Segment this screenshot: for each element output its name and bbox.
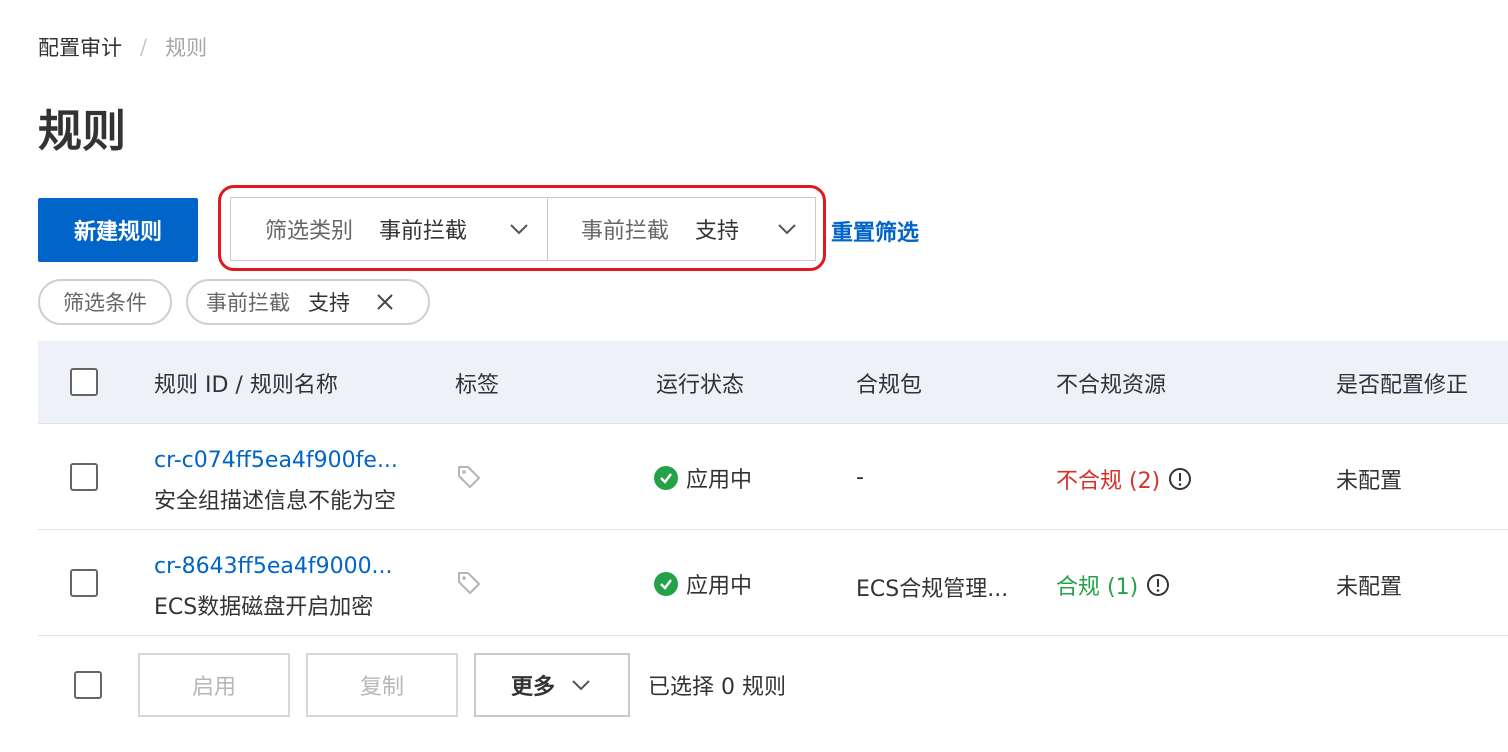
breadcrumb: 配置审计 / 规则 bbox=[38, 32, 207, 62]
table-header: 规则 ID / 规则名称 标签 运行状态 合规包 不合规资源 是否配置修正 bbox=[38, 341, 1508, 424]
remediation-cell: 未配置 bbox=[1336, 575, 1403, 600]
filter-group: 筛选类别 事前拦截 事前拦截 支持 bbox=[230, 197, 816, 261]
info-icon[interactable] bbox=[1168, 467, 1192, 491]
breadcrumb-separator: / bbox=[140, 35, 148, 59]
enable-button[interactable]: 启用 bbox=[138, 653, 290, 717]
copy-button[interactable]: 复制 bbox=[306, 653, 458, 717]
column-header-rule: 规则 ID / 规则名称 bbox=[154, 372, 338, 398]
info-icon[interactable] bbox=[1146, 573, 1170, 597]
package-cell: - bbox=[856, 465, 864, 490]
filter-category-value: 事前拦截 bbox=[379, 219, 468, 244]
breadcrumb-root[interactable]: 配置审计 bbox=[38, 32, 122, 62]
table-row: cr-8643ff5ea4f9000... ECS数据磁盘开启加密 应用中 EC… bbox=[38, 530, 1508, 636]
noncompliant-link[interactable]: 不合规 (2) bbox=[1056, 463, 1160, 495]
column-header-noncompliant: 不合规资源 bbox=[1056, 372, 1167, 398]
page-title: 规则 bbox=[38, 106, 126, 157]
selection-count: 已选择 0 规则 bbox=[648, 675, 786, 700]
reset-filter-link[interactable]: 重置筛选 bbox=[831, 215, 919, 247]
filter-value-select[interactable]: 事前拦截 支持 bbox=[548, 198, 815, 260]
check-circle-icon bbox=[654, 572, 678, 596]
active-filter-value: 支持 bbox=[308, 291, 350, 315]
noncompliance-cell: 不合规 (2) bbox=[1056, 463, 1192, 495]
filter-value-value: 支持 bbox=[695, 219, 740, 244]
compliance-cell: 合规 (1) bbox=[1056, 569, 1170, 601]
status-text: 应用中 bbox=[686, 574, 753, 599]
active-filter-tag: 事前拦截 支持 bbox=[186, 279, 430, 325]
chevron-down-icon bbox=[572, 680, 590, 691]
table-row: cr-c074ff5ea4f900fe... 安全组描述信息不能为空 应用中 -… bbox=[38, 424, 1508, 530]
check-circle-icon bbox=[654, 466, 678, 490]
breadcrumb-current: 规则 bbox=[165, 36, 208, 60]
select-all-checkbox[interactable] bbox=[70, 368, 98, 396]
tag-icon[interactable] bbox=[456, 464, 482, 490]
package-cell[interactable]: ECS合规管理... bbox=[856, 571, 1008, 603]
rule-id-link[interactable]: cr-8643ff5ea4f9000... bbox=[154, 554, 393, 579]
status-cell: 应用中 bbox=[654, 568, 752, 600]
column-header-tags: 标签 bbox=[455, 372, 500, 398]
more-button[interactable]: 更多 bbox=[474, 653, 630, 717]
more-button-label: 更多 bbox=[510, 675, 555, 700]
close-icon[interactable] bbox=[376, 293, 394, 311]
active-filter-key: 事前拦截 bbox=[206, 291, 290, 315]
status-text: 应用中 bbox=[686, 468, 753, 493]
rule-name: 安全组描述信息不能为空 bbox=[154, 489, 397, 514]
chevron-down-icon bbox=[510, 224, 528, 235]
rule-name: ECS数据磁盘开启加密 bbox=[154, 595, 374, 620]
row-checkbox[interactable] bbox=[70, 463, 98, 491]
footer-select-all-checkbox[interactable] bbox=[74, 671, 102, 699]
remediation-cell: 未配置 bbox=[1336, 469, 1403, 494]
column-header-package: 合规包 bbox=[856, 372, 923, 398]
column-header-remediation: 是否配置修正 bbox=[1336, 372, 1469, 398]
filter-value-label: 事前拦截 bbox=[581, 219, 670, 244]
status-cell: 应用中 bbox=[654, 462, 752, 494]
rule-id-link[interactable]: cr-c074ff5ea4f900fe... bbox=[154, 448, 398, 473]
filter-category-label: 筛选类别 bbox=[265, 219, 354, 244]
filter-conditions-label: 筛选条件 bbox=[38, 279, 172, 325]
new-rule-button[interactable]: 新建规则 bbox=[38, 198, 198, 262]
compliant-link[interactable]: 合规 (1) bbox=[1056, 569, 1138, 601]
tag-icon[interactable] bbox=[456, 570, 482, 596]
chevron-down-icon bbox=[778, 224, 796, 235]
row-checkbox[interactable] bbox=[70, 569, 98, 597]
filter-category-select[interactable]: 筛选类别 事前拦截 bbox=[231, 198, 548, 260]
column-header-status: 运行状态 bbox=[656, 372, 745, 398]
